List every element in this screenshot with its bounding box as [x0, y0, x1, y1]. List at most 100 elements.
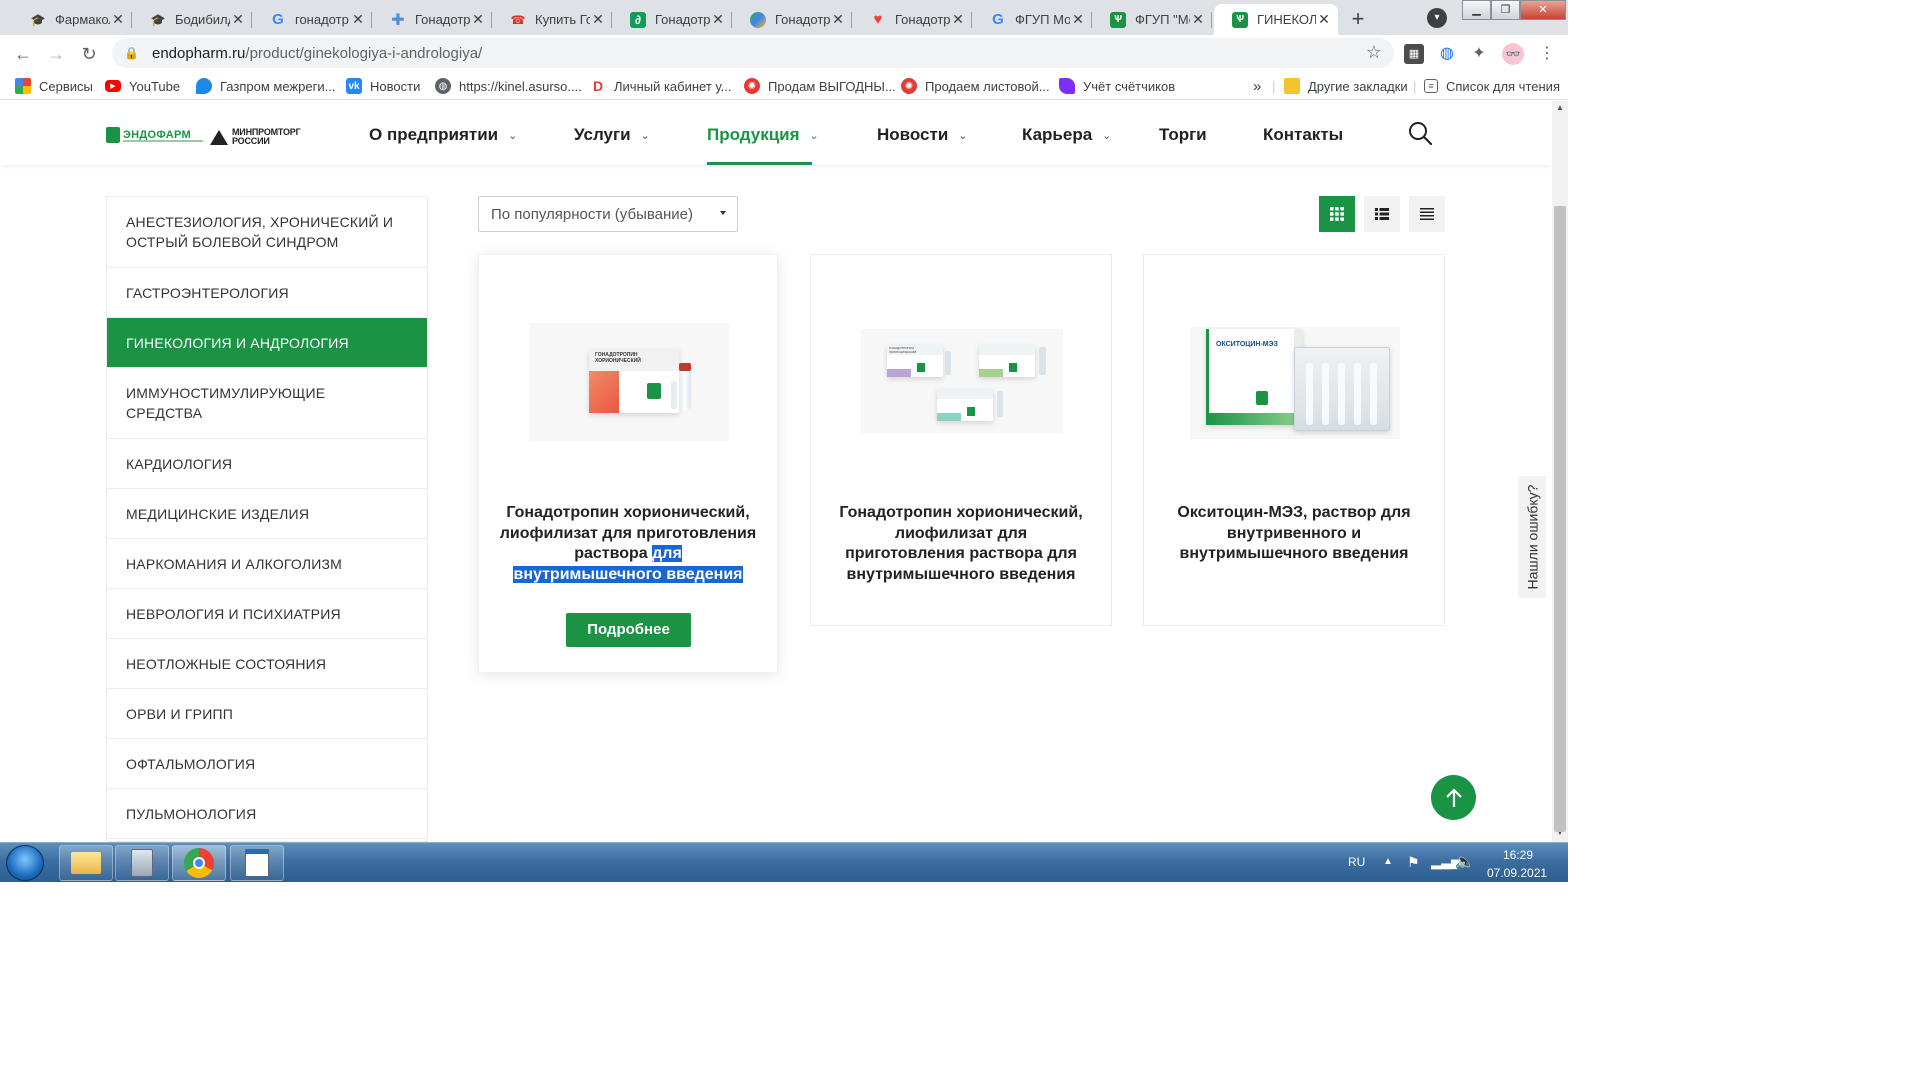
menu-about[interactable]: О предприятии ⌄	[369, 125, 517, 145]
menu-career[interactable]: Карьера ⌄	[1022, 125, 1111, 145]
start-button[interactable]	[6, 845, 44, 881]
scroll-to-top-button[interactable]	[1431, 775, 1476, 820]
browser-tab[interactable]: ✚ Гонадотр ✕	[372, 4, 492, 35]
close-icon[interactable]: ✕	[1190, 11, 1206, 28]
view-grid-button[interactable]	[1319, 196, 1355, 232]
category-item[interactable]: ГАСТРОЭНТЕРОЛОГИЯ	[107, 268, 427, 318]
bookmark-item[interactable]: ▶ YouTube	[105, 77, 180, 95]
browser-tab-active[interactable]: Ѱ ГИНЕКОЛ ✕	[1214, 4, 1338, 35]
bookmark-item[interactable]: Сервисы	[15, 77, 93, 95]
category-item[interactable]: АНЕСТЕЗИОЛОГИЯ, ХРОНИЧЕСКИЙ И ОСТРЫЙ БОЛ…	[107, 197, 427, 268]
view-list-button[interactable]	[1364, 196, 1400, 232]
bookmark-item[interactable]: ✺ Продам ВЫГОДНЫ...	[744, 77, 896, 95]
restore-button[interactable]: ❐	[1491, 0, 1520, 20]
menu-news[interactable]: Новости ⌄	[877, 125, 968, 145]
report-error-tab[interactable]: Нашли ошибку?	[1518, 476, 1546, 598]
browser-tab[interactable]: G ФГУП Мо ✕	[972, 4, 1092, 35]
product-card[interactable]: ГОНАДОТРОПИН ХОРИОНИЧЕСКИЙ Гонадотропин …	[478, 254, 778, 673]
sort-select[interactable]: По популярности (убывание)	[478, 196, 738, 232]
product-title[interactable]: Окситоцин-МЭЗ, раствор для внутривенного…	[1170, 503, 1418, 565]
bookmark-item[interactable]: Газпром межреги...	[196, 77, 335, 95]
browser-tab[interactable]: Гонадотр ✕	[732, 4, 852, 35]
category-item[interactable]: ИММУНОСТИМУЛИРУЮЩИЕ СРЕДСТВА	[107, 368, 427, 439]
category-item[interactable]: ПУЛЬМОНОЛОГИЯ	[107, 789, 427, 839]
endopharm-logo[interactable]: ЭНДОФАРМ	[106, 127, 203, 143]
reading-list-button[interactable]: ≡ Список для чтения	[1424, 77, 1560, 95]
menu-contacts[interactable]: Контакты	[1263, 125, 1343, 145]
close-icon[interactable]: ✕	[110, 11, 126, 28]
category-item[interactable]: МЕДИЦИНСКИЕ ИЗДЕЛИЯ	[107, 489, 427, 539]
bookmark-item[interactable]: Учёт счётчиков	[1059, 77, 1175, 95]
show-hidden-icons-icon[interactable]: ▲	[1383, 856, 1393, 867]
browser-tab[interactable]: Ѱ ФГУП "Мо ✕	[1092, 4, 1212, 35]
more-button[interactable]: Подробнее	[566, 613, 691, 647]
bookmark-item[interactable]: D Личный кабинет у...	[590, 77, 731, 95]
product-title[interactable]: Гонадотропин хорионический, лиофилизат д…	[833, 503, 1089, 585]
reload-icon[interactable]: ↻	[78, 43, 100, 65]
bookmark-star-icon[interactable]: ☆	[1366, 42, 1382, 63]
close-icon[interactable]: ✕	[470, 11, 486, 28]
address-bar[interactable]: 🔒 endopharm.ru/product/ginekologiya-i-an…	[112, 38, 1394, 68]
category-item-active[interactable]: ГИНЕКОЛОГИЯ И АНДРОЛОГИЯ	[107, 318, 427, 368]
close-icon[interactable]: ✕	[950, 11, 966, 28]
scrollbar-thumb[interactable]	[1554, 206, 1566, 832]
category-item[interactable]: НАРКОМАНИЯ И АЛКОГОЛИЗМ	[107, 539, 427, 589]
close-icon[interactable]: ✕	[710, 11, 726, 28]
browser-tab[interactable]: ♥ Гонадотр ✕	[852, 4, 972, 35]
language-indicator[interactable]: RU	[1348, 855, 1365, 869]
browser-tab[interactable]: ☎ Купить Го ✕	[492, 4, 612, 35]
product-title[interactable]: Гонадотропин хорионический, лиофилизат д…	[499, 503, 757, 585]
bookmark-item[interactable]: vk Новости	[346, 77, 420, 95]
close-icon[interactable]: ✕	[230, 11, 246, 28]
new-tab-button[interactable]: +	[1345, 7, 1371, 33]
menu-services[interactable]: Услуги ⌄	[574, 125, 650, 145]
browser-tab[interactable]: G гонадотр ✕	[252, 4, 372, 35]
ministry-logo[interactable]: МИНПРОМТОРГ РОССИИ	[210, 128, 326, 146]
product-card[interactable]: ГОНАДОТРОПИН ХОРИОНИЧЕСКИЙ Гонадотропин …	[810, 254, 1112, 626]
close-icon[interactable]: ✕	[350, 11, 366, 28]
category-item[interactable]: ОРВИ И ГРИПП	[107, 689, 427, 739]
extension-globe-icon[interactable]: ◍	[1436, 43, 1458, 65]
browser-tab[interactable]: 🎓 Бодибилд ✕	[132, 4, 252, 35]
search-icon[interactable]	[1408, 121, 1432, 145]
taskbar-explorer[interactable]	[59, 845, 113, 881]
taskbar-wordpad[interactable]	[230, 845, 284, 881]
menu-kebab-icon[interactable]: ⋮	[1536, 43, 1558, 65]
close-icon[interactable]: ✕	[1316, 11, 1332, 28]
clock-date[interactable]: 07.09.2021	[1487, 866, 1547, 880]
tab-search-icon[interactable]: ▾	[1427, 8, 1447, 28]
other-bookmarks-button[interactable]: Другие закладки	[1284, 77, 1408, 95]
view-compact-button[interactable]	[1409, 196, 1445, 232]
clock-time[interactable]: 16:29	[1503, 848, 1533, 862]
category-item[interactable]: НЕВРОЛОГИЯ И ПСИХИАТРИЯ	[107, 589, 427, 639]
product-image[interactable]: ГОНАДОТРОПИН ХОРИОНИЧЕСКИЙ	[861, 329, 1063, 433]
category-item[interactable]: ОФТАЛЬМОЛОГИЯ	[107, 739, 427, 789]
browser-tab[interactable]: ∂ Гонадотр ✕	[612, 4, 732, 35]
volume-icon[interactable]: 🔈	[1455, 852, 1475, 872]
back-icon[interactable]: ←	[12, 43, 34, 65]
menu-products[interactable]: Продукция ⌄	[707, 125, 819, 145]
product-card[interactable]: ОКСИТОЦИН-МЭЗ Окситоцин-МЭЗ, раствор для…	[1143, 254, 1445, 626]
bookmark-item[interactable]: ◍ https://kinel.asurso....	[435, 77, 582, 95]
taskbar-calculator[interactable]	[115, 845, 169, 881]
menu-tenders[interactable]: Торги	[1159, 125, 1207, 145]
minimize-button[interactable]: ▁	[1462, 0, 1491, 20]
extensions-puzzle-icon[interactable]: ✦	[1468, 43, 1490, 65]
bookmarks-overflow-button[interactable]: »	[1253, 77, 1261, 95]
product-image[interactable]: ОКСИТОЦИН-МЭЗ	[1190, 327, 1400, 439]
extension-badge-icon[interactable]: ▦	[1404, 44, 1424, 64]
window-close-button[interactable]: ✕	[1520, 0, 1566, 20]
profile-avatar-icon[interactable]: 👓	[1502, 43, 1524, 65]
taskbar-chrome[interactable]	[172, 845, 226, 881]
bookmark-item[interactable]: ✺ Продаем листовой...	[901, 77, 1050, 95]
category-item[interactable]: НЕОТЛОЖНЫЕ СОСТОЯНИЯ	[107, 639, 427, 689]
close-icon[interactable]: ✕	[830, 11, 846, 28]
close-icon[interactable]: ✕	[1070, 11, 1086, 28]
product-image[interactable]: ГОНАДОТРОПИН ХОРИОНИЧЕСКИЙ	[529, 323, 729, 441]
forward-icon[interactable]: →	[45, 43, 67, 65]
flag-alert-icon[interactable]: ⚑	[1407, 854, 1420, 871]
scroll-up-arrow-icon[interactable]: ▲	[1556, 103, 1564, 112]
close-icon[interactable]: ✕	[590, 11, 606, 28]
browser-tab[interactable]: 🎓 Фармакол ✕	[12, 4, 132, 35]
category-item[interactable]: КАРДИОЛОГИЯ	[107, 439, 427, 489]
